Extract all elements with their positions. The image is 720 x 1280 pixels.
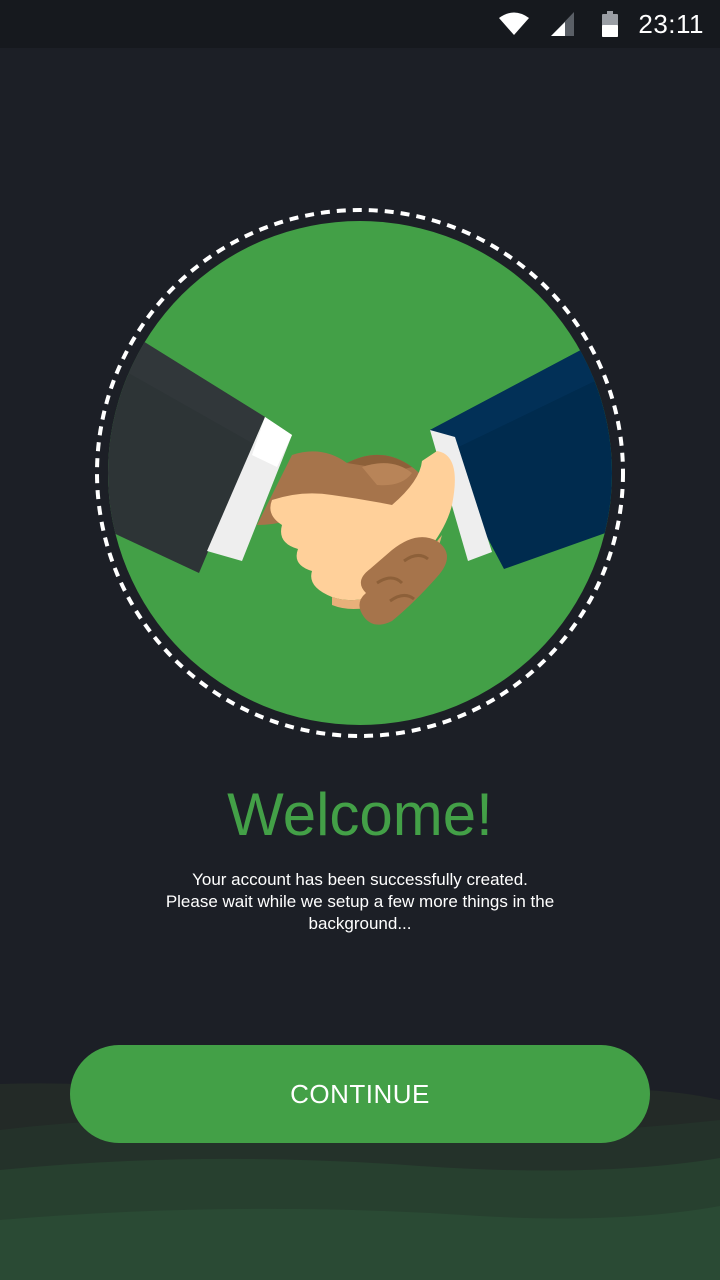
continue-button[interactable]: CONTINUE [70, 1045, 650, 1143]
wifi-icon [498, 11, 530, 37]
battery-icon [602, 11, 619, 37]
welcome-title: Welcome! [227, 781, 493, 848]
welcome-message: Your account has been successfully creat… [130, 869, 590, 935]
status-time: 23:11 [638, 8, 704, 39]
status-bar: 23:11 [0, 0, 720, 48]
status-icons: 23:11 [498, 0, 704, 48]
welcome-screen: 23:11 Welcome! Your account has been suc… [0, 0, 720, 1280]
cell-signal-icon [550, 11, 576, 37]
welcome-message-line: Please wait while we setup a few more th… [165, 892, 555, 911]
welcome-message-line: Your account has been successfully creat… [192, 870, 528, 889]
welcome-message-line: background... [308, 914, 412, 933]
handshake-illustration [92, 205, 628, 741]
